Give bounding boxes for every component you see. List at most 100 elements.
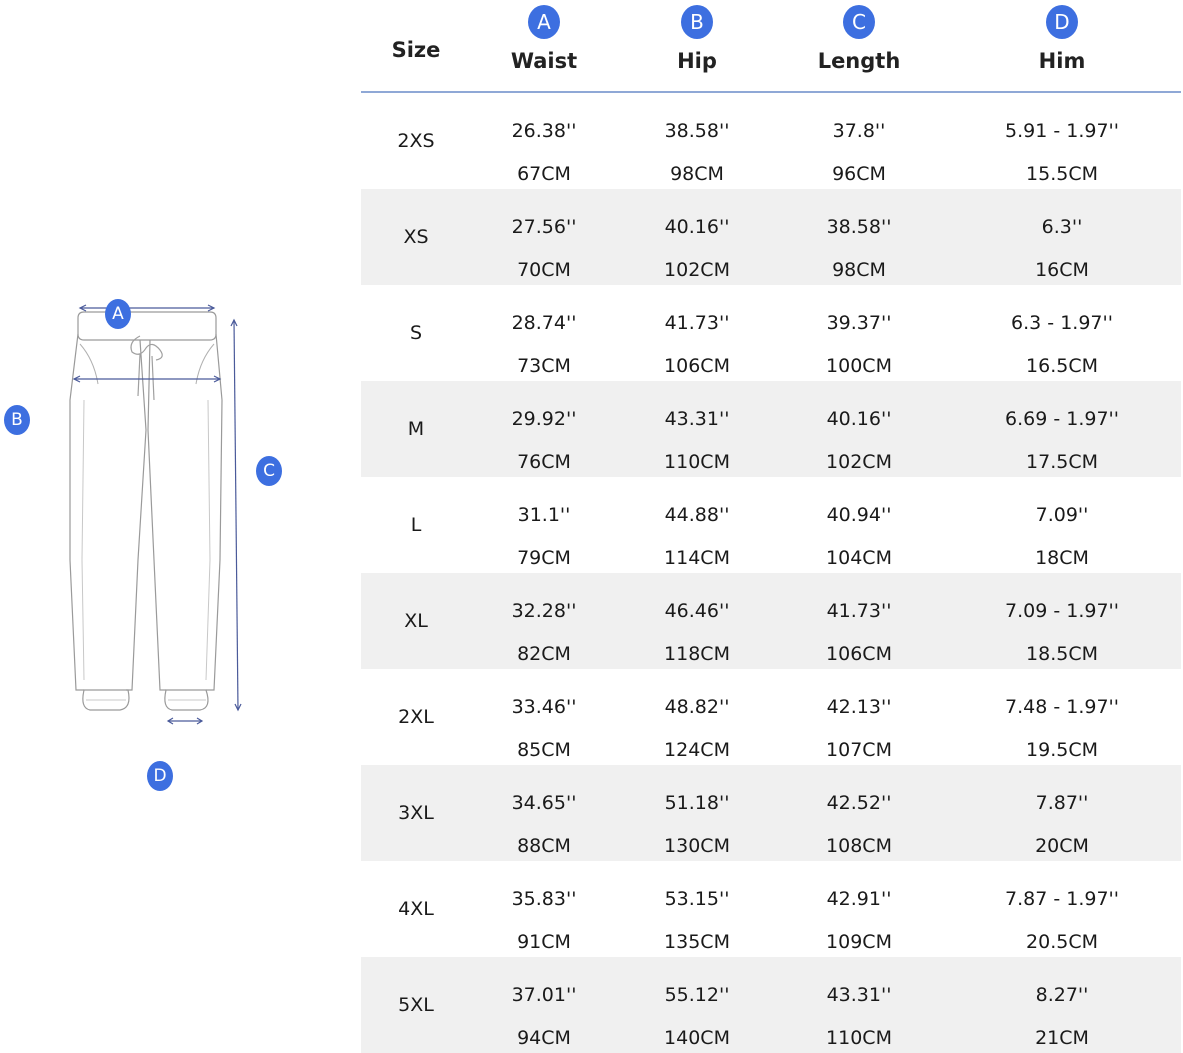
- value-inches: 43.31'': [826, 984, 892, 1006]
- table-row: S 28.74'' 73CM 41.73'' 106CM 39.37'' 100CM 6.3 …: [361, 285, 1181, 381]
- badge-c: C: [256, 456, 282, 486]
- column-header-waist: A Waist: [494, 0, 594, 73]
- table-row: 4XL 35.83'' 91CM 53.15'' 135CM 42.91'' 109CM 7.…: [361, 861, 1181, 957]
- value-centimeters: 104CM: [826, 547, 892, 569]
- pants-diagram: A B C D: [0, 0, 340, 1053]
- value-centimeters: 18CM: [1035, 547, 1089, 569]
- cell-him: 7.87 - 1.97'' 20.5CM: [992, 861, 1132, 957]
- cell-waist: 35.83'' 91CM: [494, 861, 594, 957]
- cell-him: 7.09'' 18CM: [992, 477, 1132, 573]
- cell-hip: 51.18'' 130CM: [647, 765, 747, 861]
- value-inches: 7.87'': [1035, 792, 1089, 814]
- value-inches: 53.15'': [664, 888, 730, 910]
- cell-him: 6.69 - 1.97'' 17.5CM: [992, 381, 1132, 477]
- value-centimeters: 94CM: [517, 1027, 571, 1049]
- value-centimeters: 118CM: [664, 643, 730, 665]
- value-inches: 39.37'': [826, 312, 892, 334]
- cell-length: 40.94'' 104CM: [799, 477, 919, 573]
- value-centimeters: 20CM: [1035, 835, 1089, 857]
- value-centimeters: 102CM: [664, 259, 730, 281]
- value-centimeters: 17.5CM: [1026, 451, 1098, 473]
- value-centimeters: 91CM: [517, 931, 571, 953]
- column-badge: B: [681, 5, 713, 39]
- value-centimeters: 130CM: [664, 835, 730, 857]
- value-inches: 6.69 - 1.97'': [1005, 408, 1119, 430]
- value-centimeters: 124CM: [664, 739, 730, 761]
- cell-hip: 38.58'' 98CM: [647, 93, 747, 189]
- cell-waist: 31.1'' 79CM: [494, 477, 594, 573]
- size-column-header: Size: [391, 38, 441, 62]
- value-inches: 43.31'': [664, 408, 730, 430]
- cell-waist: 33.46'' 85CM: [494, 669, 594, 765]
- badge-b: B: [4, 405, 30, 435]
- size-label: 3XL: [398, 802, 434, 824]
- badge-d: D: [147, 761, 173, 791]
- value-inches: 46.46'': [664, 600, 730, 622]
- table-row: XL 32.28'' 82CM 46.46'' 118CM 41.73'' 106CM 7.0…: [361, 573, 1181, 669]
- cell-hip: 41.73'' 106CM: [647, 285, 747, 381]
- value-centimeters: 67CM: [517, 163, 571, 185]
- column-badge: A: [528, 5, 560, 39]
- table-row: L 31.1'' 79CM 44.88'' 114CM 40.94'' 104CM 7.09'…: [361, 477, 1181, 573]
- value-inches: 8.27'': [1035, 984, 1089, 1006]
- value-centimeters: 88CM: [517, 835, 571, 857]
- table-header: Size A Waist B Hip C Length D Him: [361, 0, 1181, 93]
- value-inches: 42.13'': [826, 696, 892, 718]
- cell-length: 42.52'' 108CM: [799, 765, 919, 861]
- table-row: 2XS 26.38'' 67CM 38.58'' 98CM 37.8'' 96CM 5.91 …: [361, 93, 1181, 189]
- value-centimeters: 16CM: [1035, 259, 1089, 281]
- value-inches: 33.46'': [511, 696, 577, 718]
- column-header-him: D Him: [992, 0, 1132, 73]
- value-centimeters: 20.5CM: [1026, 931, 1098, 953]
- value-centimeters: 98CM: [832, 259, 886, 281]
- cell-waist: 27.56'' 70CM: [494, 189, 594, 285]
- cell-him: 5.91 - 1.97'' 15.5CM: [992, 93, 1132, 189]
- value-inches: 42.91'': [826, 888, 892, 910]
- cell-hip: 48.82'' 124CM: [647, 669, 747, 765]
- column-label: Waist: [510, 49, 578, 73]
- value-inches: 28.74'': [511, 312, 577, 334]
- column-label: Length: [817, 49, 901, 73]
- cell-waist: 28.74'' 73CM: [494, 285, 594, 381]
- value-inches: 55.12'': [664, 984, 730, 1006]
- cell-length: 42.13'' 107CM: [799, 669, 919, 765]
- cell-him: 7.87'' 20CM: [992, 765, 1132, 861]
- cell-hip: 40.16'' 102CM: [647, 189, 747, 285]
- value-centimeters: 108CM: [826, 835, 892, 857]
- value-centimeters: 16.5CM: [1026, 355, 1098, 377]
- value-inches: 48.82'': [664, 696, 730, 718]
- value-inches: 41.73'': [664, 312, 730, 334]
- value-inches: 37.01'': [511, 984, 577, 1006]
- cell-him: 8.27'' 21CM: [992, 957, 1132, 1053]
- size-label: 5XL: [398, 994, 434, 1016]
- size-label: 4XL: [398, 898, 434, 920]
- cell-hip: 46.46'' 118CM: [647, 573, 747, 669]
- value-centimeters: 18.5CM: [1026, 643, 1098, 665]
- cell-length: 38.58'' 98CM: [799, 189, 919, 285]
- cell-waist: 29.92'' 76CM: [494, 381, 594, 477]
- value-centimeters: 70CM: [517, 259, 571, 281]
- value-centimeters: 79CM: [517, 547, 571, 569]
- value-inches: 6.3'': [1041, 216, 1083, 238]
- value-inches: 34.65'': [511, 792, 577, 814]
- value-inches: 27.56'': [511, 216, 577, 238]
- column-badge: D: [1046, 5, 1078, 39]
- cell-waist: 34.65'' 88CM: [494, 765, 594, 861]
- cell-him: 6.3 - 1.97'' 16.5CM: [992, 285, 1132, 381]
- value-centimeters: 106CM: [826, 643, 892, 665]
- value-inches: 6.3 - 1.97'': [1011, 312, 1113, 334]
- value-centimeters: 114CM: [664, 547, 730, 569]
- size-label: 2XL: [398, 706, 434, 728]
- size-label: L: [410, 514, 422, 536]
- table-row: M 29.92'' 76CM 43.31'' 110CM 40.16'' 102CM 6.69…: [361, 381, 1181, 477]
- value-centimeters: 110CM: [664, 451, 730, 473]
- value-inches: 29.92'': [511, 408, 577, 430]
- value-inches: 44.88'': [664, 504, 730, 526]
- value-inches: 7.09'': [1035, 504, 1089, 526]
- size-label: S: [409, 322, 423, 344]
- value-centimeters: 98CM: [670, 163, 724, 185]
- value-inches: 7.09 - 1.97'': [1005, 600, 1119, 622]
- cell-hip: 44.88'' 114CM: [647, 477, 747, 573]
- cell-waist: 26.38'' 67CM: [494, 93, 594, 189]
- value-inches: 31.1'': [517, 504, 571, 526]
